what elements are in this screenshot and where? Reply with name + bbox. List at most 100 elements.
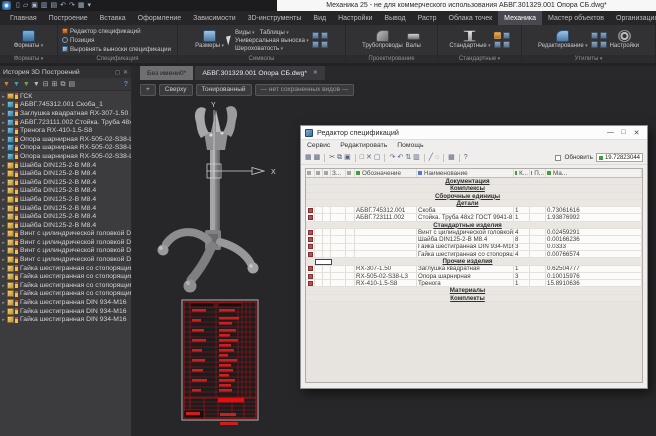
panel-footer[interactable]: Стандартные <box>459 56 500 62</box>
panel-footer[interactable]: Проектирование <box>368 56 414 62</box>
table-row[interactable]: Материалы Материалы <box>306 287 642 294</box>
universal-leader-button[interactable]: Универсальная выноска <box>235 37 309 44</box>
expand-icon[interactable] <box>0 144 7 151</box>
spec-sheet-drawing[interactable] <box>182 300 258 425</box>
editing-button[interactable]: Редактирование <box>538 30 588 50</box>
expand-icon[interactable] <box>0 282 7 289</box>
menu-item[interactable]: Помощь <box>397 142 423 149</box>
table-row[interactable]: Комплекты Комплекты <box>306 295 642 302</box>
help-icon[interactable]: ? <box>464 153 468 163</box>
expand-icon[interactable] <box>0 205 7 212</box>
tree-item[interactable]: Опора шарнирная RX-505-02-S38-L3 <box>0 135 131 144</box>
bearing-icon[interactable] <box>503 32 510 39</box>
tree-item[interactable]: Опора шарнирная RX-505-02-S38-L3 <box>0 152 131 161</box>
roughness-button[interactable]: Шероховатость <box>235 45 283 52</box>
measure-icon[interactable] <box>600 32 607 39</box>
expand-icon[interactable] <box>0 136 7 143</box>
numbering-icon[interactable]: ▥ <box>413 153 420 163</box>
views-button[interactable]: Виды <box>235 29 255 36</box>
expand-icon[interactable] <box>0 290 7 297</box>
filter-red-icon[interactable]: ▼ <box>3 78 10 91</box>
table-row[interactable]: Сборочные единицы Сборочные единицы <box>306 193 642 200</box>
table-row[interactable]: Документация Документация <box>306 178 642 185</box>
maximize-button[interactable] <box>617 129 630 136</box>
draw-line-icon[interactable]: ╱ <box>429 153 433 163</box>
tables-button[interactable]: Таблицы <box>260 29 289 36</box>
table-row[interactable]: Комплексы Комплексы <box>306 185 642 192</box>
weld-icon[interactable] <box>312 41 319 48</box>
ribbon-tab[interactable]: 3D-инструменты <box>242 11 308 25</box>
table-view-icon[interactable]: ▦ <box>448 153 455 163</box>
expand-icon[interactable] <box>0 93 7 100</box>
tree-item[interactable]: Гайка шестигранная DIN 934-M16 <box>0 298 131 307</box>
filter-orange-icon[interactable]: ▼ <box>13 78 20 91</box>
panel-footer[interactable]: Форматы <box>14 56 44 62</box>
tree-item[interactable]: Заглушка квадратная RX-307-1.50 10309 <box>0 109 131 118</box>
expand-icon[interactable] <box>0 110 7 117</box>
print-icon[interactable]: ▤ <box>51 0 58 11</box>
fastener-icon[interactable] <box>494 32 501 39</box>
expand-icon[interactable] <box>0 239 7 246</box>
ribbon-tab[interactable]: Механика <box>498 11 542 25</box>
align-leaders-button[interactable]: Выровнять выноски спецификации <box>60 45 175 54</box>
plot-icon[interactable]: ▦ <box>78 0 85 11</box>
spec-editor-button[interactable]: Редактор спецификаций <box>60 27 175 36</box>
undo-icon[interactable]: ↶ <box>60 0 66 11</box>
dialog-title-bar[interactable]: Редактор спецификаций <box>301 126 647 140</box>
document-tab[interactable]: Без имени0* <box>140 66 193 80</box>
close-button[interactable] <box>630 129 643 137</box>
ribbon-tab[interactable]: Построение <box>43 11 94 25</box>
panel-footer[interactable]: Утилиты <box>575 56 603 62</box>
tree-item[interactable]: Шайба DIN125-2-B M8.4 <box>0 204 131 213</box>
col-designation[interactable]: Обозначение <box>355 169 417 177</box>
open-file-icon[interactable]: ▱ <box>23 0 28 11</box>
panel-footer[interactable]: Символы <box>249 56 275 62</box>
tree-item[interactable]: Гайка шестигранная DIN 934-M16 <box>0 307 131 316</box>
move-down-icon[interactable]: ↷ <box>389 153 395 163</box>
ribbon-tab[interactable]: Оформление <box>132 11 187 25</box>
panel-footer[interactable]: Спецификация <box>96 56 138 62</box>
table-row[interactable]: Детали Детали <box>306 200 642 207</box>
tree-item[interactable]: Гайка шестигранная со стопорящим кол <box>0 290 131 299</box>
table-row[interactable]: RX-505-02-S38-L3 Опора шарнирная 3 0.100… <box>306 273 642 280</box>
new-file-icon[interactable]: ▯ <box>16 0 20 11</box>
col-pos[interactable]: П... <box>530 169 546 177</box>
tree-item[interactable]: Шайба DIN125-2-B M8.4 <box>0 161 131 170</box>
copy-icon[interactable]: ⧉ <box>337 153 342 163</box>
sep[interactable] <box>324 154 325 162</box>
panel-settings-icon[interactable]: ▤ <box>69 78 76 91</box>
expand-icon[interactable] <box>0 308 7 315</box>
expand-icon[interactable] <box>0 247 7 254</box>
qat-menu-icon[interactable]: ▾ <box>88 0 92 11</box>
tree-item[interactable]: Тренога RX-410-1.5-S8 <box>0 126 131 135</box>
add-row-icon[interactable]: □ <box>360 153 364 163</box>
minimize-button[interactable] <box>604 129 617 136</box>
expand-icon[interactable] <box>0 101 7 108</box>
expand-icon[interactable] <box>0 273 7 280</box>
tree-item[interactable]: Шайба DIN125-2-B M8.4 <box>0 212 131 221</box>
collapse-all-icon[interactable]: ⊟ <box>43 78 49 91</box>
ribbon-tab[interactable]: Настройки <box>332 11 378 25</box>
expand-icon[interactable] <box>0 265 7 272</box>
tree-item[interactable]: Опора шарнирная RX-505-02-S38-L3 <box>0 144 131 153</box>
shafts-button[interactable]: Валы <box>406 30 421 50</box>
tree-item[interactable]: ГСК <box>0 92 131 101</box>
expand-icon[interactable] <box>0 230 7 237</box>
paste-icon[interactable]: ▣ <box>344 153 351 163</box>
help-icon[interactable]: ? <box>124 78 128 91</box>
expand-icon[interactable] <box>0 222 7 229</box>
col-name[interactable]: Наименование <box>417 169 514 177</box>
search-icon[interactable]: ◌ <box>435 153 439 163</box>
expand-icon[interactable] <box>0 119 7 126</box>
position-button[interactable]: Позиция <box>60 36 175 45</box>
expand-icon[interactable] <box>0 153 7 160</box>
ribbon-tab[interactable]: Облака точек <box>443 11 499 25</box>
expand-icon[interactable] <box>0 187 7 194</box>
tree-item[interactable]: Шайба DIN125-2-B M8.4 <box>0 178 131 187</box>
table-row[interactable]: RX-307-1.50 Заглушка квадратная 1 0.6250… <box>306 266 642 273</box>
col-zone[interactable]: З... <box>331 169 346 177</box>
dimensions-button[interactable]: Размеры <box>195 30 224 50</box>
pipelines-button[interactable]: Трубопроводы <box>362 30 403 50</box>
tree-item[interactable]: Гайка шестигранная DIN 934-M16 <box>0 315 131 324</box>
array-icon[interactable] <box>591 41 598 48</box>
